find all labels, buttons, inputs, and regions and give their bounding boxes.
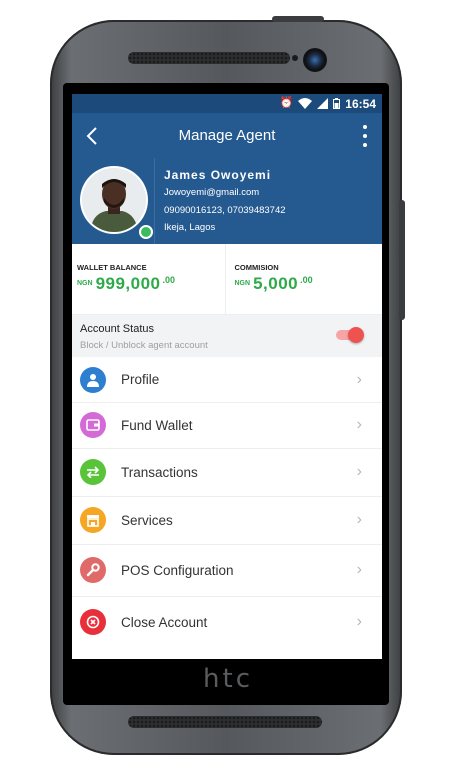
menu-item-transactions[interactable]: Transactions › bbox=[72, 448, 382, 497]
wallet-balance-card: WALLET BALANCE NGN 999,000 .00 bbox=[72, 244, 225, 314]
wifi-icon bbox=[298, 98, 313, 109]
menu-item-label: Services bbox=[121, 512, 173, 528]
toggle-knob bbox=[348, 327, 364, 343]
agent-phones: 09090016123, 07039483742 bbox=[164, 205, 286, 216]
menu-item-services[interactable]: Services › bbox=[72, 496, 382, 545]
amount-decimals: .00 bbox=[300, 275, 313, 285]
commission-label: COMMISION bbox=[234, 263, 279, 272]
agent-email: Jowoyemi@gmail.com bbox=[164, 187, 260, 198]
user-icon bbox=[80, 366, 106, 393]
menu-item-fund-wallet[interactable]: Fund Wallet › bbox=[72, 402, 382, 449]
menu-item-label: Fund Wallet bbox=[121, 417, 193, 433]
menu-item-close-account[interactable]: Close Account › bbox=[72, 596, 382, 648]
amount-value: 999,000 bbox=[95, 274, 161, 293]
chevron-right-icon: › bbox=[356, 613, 362, 630]
wallet-balance-amount: NGN 999,000 .00 bbox=[77, 274, 175, 294]
account-status-subtitle: Block / Unblock agent account bbox=[80, 340, 208, 351]
bottom-speaker-grille bbox=[128, 716, 322, 728]
commission-amount: NGN 5,000 .00 bbox=[235, 274, 313, 294]
wallet-icon bbox=[80, 412, 106, 438]
store-icon bbox=[80, 507, 106, 533]
account-status-toggle[interactable] bbox=[336, 327, 366, 343]
menu-item-label: Transactions bbox=[121, 464, 198, 480]
more-vertical-icon[interactable] bbox=[362, 125, 368, 147]
account-status-row: Account Status Block / Unblock agent acc… bbox=[72, 315, 382, 357]
app-bar: Manage Agent bbox=[72, 113, 382, 158]
agent-name: James Owoyemi bbox=[164, 168, 272, 182]
close-circle-icon bbox=[80, 609, 106, 635]
amount-value: 5,000 bbox=[253, 274, 299, 293]
app-screen: ⏰ 16:54 Manage Agent James Owoyemi Jowoy… bbox=[72, 94, 382, 659]
divider bbox=[154, 158, 155, 244]
menu-item-profile[interactable]: Profile › bbox=[72, 357, 382, 403]
chevron-right-icon: › bbox=[356, 511, 362, 528]
currency-code: NGN bbox=[234, 280, 251, 287]
brand-logo: htc bbox=[203, 664, 253, 694]
top-speaker-grille bbox=[128, 52, 290, 64]
signal-icon bbox=[317, 98, 329, 109]
agent-location: Ikeja, Lagos bbox=[164, 222, 216, 233]
back-button[interactable] bbox=[86, 126, 98, 146]
transfer-arrows-icon bbox=[80, 459, 106, 485]
menu-item-label: Close Account bbox=[121, 614, 208, 630]
page-title: Manage Agent bbox=[178, 127, 276, 144]
chevron-right-icon: › bbox=[356, 370, 362, 388]
online-status-dot bbox=[139, 225, 153, 239]
menu-item-label: Profile bbox=[121, 372, 160, 387]
chevron-right-icon: › bbox=[356, 416, 362, 433]
front-camera bbox=[303, 48, 327, 72]
alarm-icon: ⏰ bbox=[279, 97, 294, 109]
battery-icon bbox=[333, 98, 341, 109]
avatar[interactable] bbox=[80, 166, 153, 239]
amount-decimals: .00 bbox=[162, 275, 176, 285]
wallet-balance-label: WALLET BALANCE bbox=[77, 263, 147, 272]
chevron-right-icon: › bbox=[356, 561, 362, 578]
agent-profile-header: James Owoyemi Jowoyemi@gmail.com 0909001… bbox=[72, 158, 382, 244]
commission-card: COMMISION NGN 5,000 .00 bbox=[224, 244, 383, 314]
clock-time: 16:54 bbox=[345, 96, 376, 111]
avatar-photo bbox=[82, 168, 146, 232]
chevron-right-icon: › bbox=[356, 463, 362, 480]
sensor-dot bbox=[292, 55, 298, 61]
menu-item-pos-configuration[interactable]: POS Configuration › bbox=[72, 544, 382, 597]
power-button bbox=[272, 16, 324, 22]
wrench-icon bbox=[80, 557, 106, 583]
volume-button bbox=[399, 200, 405, 320]
status-bar: ⏰ 16:54 bbox=[72, 94, 382, 113]
menu-item-label: POS Configuration bbox=[121, 562, 234, 578]
balances-panel: WALLET BALANCE NGN 999,000 .00 COMMISION… bbox=[72, 244, 382, 315]
account-status-title: Account Status bbox=[80, 323, 154, 335]
currency-code: NGN bbox=[77, 280, 93, 287]
